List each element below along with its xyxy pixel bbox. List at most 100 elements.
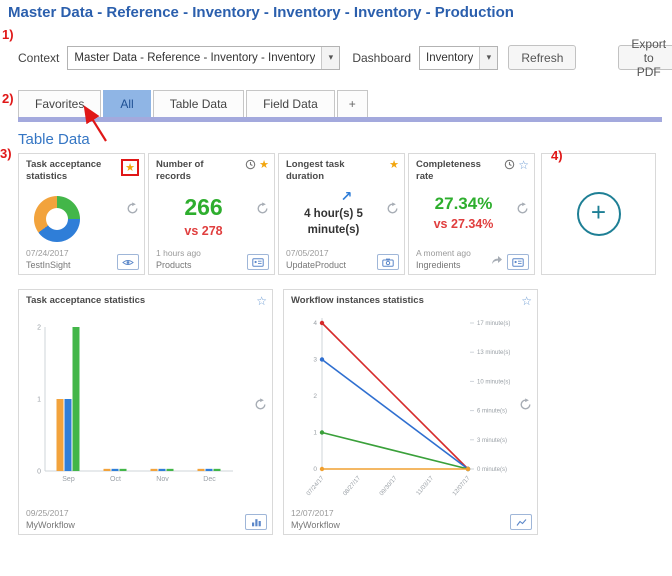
- svg-text:12/07/17: 12/07/17: [452, 475, 472, 497]
- card-title: Number of records: [156, 159, 236, 184]
- tab-field-data[interactable]: Field Data: [246, 90, 335, 117]
- bar-chart: 012SepOctNovDec: [27, 319, 239, 491]
- id-card-icon[interactable]: [507, 254, 529, 270]
- dashboard-page: 1) 2) 3) 4) Master Data - Reference - In…: [0, 0, 672, 576]
- trend-up-icon: ↗: [279, 188, 388, 205]
- svg-text:Oct: Oct: [110, 476, 121, 483]
- chevron-down-icon: ▾: [479, 47, 497, 69]
- card-source: Products: [156, 260, 201, 270]
- tab-underline: [18, 117, 662, 122]
- kpi-value: 27.34%: [409, 194, 518, 214]
- annotation-2: 2): [2, 91, 14, 106]
- history-clock-icon: [504, 159, 515, 170]
- card-source: MyWorkflow: [291, 520, 340, 530]
- svg-text:2: 2: [37, 325, 41, 332]
- card-number-of-records: Number of records ★ 266 vs 278 1 hours a…: [148, 153, 275, 275]
- plus-icon[interactable]: +: [577, 192, 621, 236]
- widgets-row-1: Task acceptance statistics ★ 07/24/2017 …: [18, 153, 672, 275]
- favorite-star-icon[interactable]: ☆: [518, 159, 529, 171]
- refresh-icon[interactable]: [386, 202, 399, 215]
- card-title: Workflow instances statistics: [291, 295, 424, 307]
- eye-icon[interactable]: [117, 254, 139, 270]
- svg-text:0 minute(s): 0 minute(s): [477, 467, 507, 473]
- favorite-star-icon[interactable]: ☆: [521, 295, 532, 307]
- svg-text:13 minute(s): 13 minute(s): [477, 351, 510, 357]
- favorite-star-icon[interactable]: ★: [389, 159, 399, 171]
- favorite-star-icon[interactable]: ★: [125, 162, 135, 174]
- svg-text:1: 1: [313, 430, 317, 437]
- refresh-button[interactable]: Refresh: [508, 45, 576, 70]
- card-date: 12/07/2017: [291, 508, 340, 518]
- svg-text:3: 3: [313, 357, 317, 364]
- svg-text:Nov: Nov: [156, 476, 169, 483]
- refresh-icon[interactable]: [126, 202, 139, 215]
- card-completeness-rate: Completeness rate ☆ 27.34% vs 27.34% A m…: [408, 153, 535, 275]
- svg-text:11/03/17: 11/03/17: [416, 475, 436, 497]
- export-pdf-button[interactable]: Export to PDF: [618, 45, 672, 70]
- svg-text:0: 0: [37, 469, 41, 476]
- annotation-box-star: ★: [121, 159, 139, 176]
- kpi-comparison: vs 278: [149, 224, 258, 238]
- kpi-value: 4 hour(s) 5 minute(s): [291, 207, 377, 238]
- tab-table-data[interactable]: Table Data: [153, 90, 244, 117]
- annotation-4: 4): [551, 148, 563, 163]
- refresh-icon[interactable]: [516, 202, 529, 215]
- svg-text:Sep: Sep: [62, 476, 75, 483]
- chevron-down-icon: ▾: [321, 47, 339, 69]
- kpi-comparison: vs 27.34%: [409, 217, 518, 231]
- context-bar: Context Master Data - Reference - Invent…: [18, 45, 672, 70]
- svg-text:3 minute(s): 3 minute(s): [477, 438, 507, 444]
- annotation-1: 1): [2, 27, 14, 42]
- share-icon[interactable]: [491, 252, 503, 270]
- tab-add[interactable]: +: [337, 90, 368, 117]
- card-task-acceptance-chart: Task acceptance statistics ☆ 0 1 2 Sep Oct No…: [18, 289, 273, 535]
- card-source: TestInSight: [26, 260, 71, 270]
- add-widget-card[interactable]: +: [541, 153, 656, 275]
- annotation-arrow-icon: [76, 100, 112, 144]
- card-time: A moment ago: [416, 248, 471, 258]
- card-longest-task-duration: Longest task duration ★ ↗ 4 hour(s) 5 mi…: [278, 153, 405, 275]
- svg-text:07/24/17: 07/24/17: [306, 475, 326, 497]
- favorite-star-icon[interactable]: ★: [259, 159, 269, 171]
- refresh-icon[interactable]: [519, 398, 532, 411]
- card-title: Task acceptance statistics: [26, 295, 145, 307]
- svg-text:09/30/17: 09/30/17: [379, 475, 399, 497]
- card-workflow-instances-chart: Workflow instances statistics ☆ 0 1 2 3 4 07/…: [283, 289, 538, 535]
- svg-text:10 minute(s): 10 minute(s): [477, 380, 510, 386]
- svg-text:2: 2: [313, 393, 317, 400]
- id-card-icon[interactable]: [247, 254, 269, 270]
- bar-chart-icon[interactable]: [245, 514, 267, 530]
- history-clock-icon: [245, 159, 256, 170]
- refresh-icon[interactable]: [256, 202, 269, 215]
- card-title: Longest task duration: [286, 159, 366, 184]
- camera-icon[interactable]: [377, 254, 399, 270]
- card-title: Task acceptance statistics: [26, 159, 106, 184]
- line-chart-icon[interactable]: [510, 514, 532, 530]
- svg-text:1: 1: [37, 397, 41, 404]
- card-date: 09/25/2017: [26, 508, 75, 518]
- line-chart: 0 1 2 3 4 07/24/17 08/27/17 09/30/17 11/03/17 12/…: [286, 311, 526, 511]
- card-source: UpdateProduct: [286, 260, 346, 270]
- svg-text:4: 4: [313, 320, 317, 327]
- context-dropdown-value: Master Data - Reference - Inventory - In…: [74, 52, 315, 64]
- card-task-acceptance: Task acceptance statistics ★ 07/24/2017 …: [18, 153, 145, 275]
- refresh-icon[interactable]: [254, 398, 267, 411]
- context-dropdown[interactable]: Master Data - Reference - Inventory - In…: [67, 46, 340, 70]
- favorite-star-icon[interactable]: ☆: [256, 295, 267, 307]
- card-date: 07/24/2017: [26, 248, 71, 258]
- context-label: Context: [18, 51, 59, 65]
- dashboard-label: Dashboard: [352, 51, 411, 65]
- card-source: Ingredients: [416, 260, 471, 270]
- dashboard-dropdown[interactable]: Inventory ▾: [419, 46, 498, 70]
- card-date: 07/05/2017: [286, 248, 346, 258]
- tab-bar: Favorites All Table Data Field Data +: [18, 90, 672, 117]
- donut-chart: [34, 196, 80, 242]
- svg-text:08/27/17: 08/27/17: [342, 475, 362, 497]
- svg-text:0: 0: [313, 466, 317, 473]
- page-title: Master Data - Reference - Inventory - In…: [8, 4, 672, 21]
- kpi-value: 266: [149, 194, 258, 221]
- annotation-3: 3): [0, 146, 12, 161]
- card-title: Completeness rate: [416, 159, 496, 184]
- svg-text:6 minute(s): 6 minute(s): [477, 409, 507, 415]
- svg-text:17 minute(s): 17 minute(s): [477, 321, 510, 327]
